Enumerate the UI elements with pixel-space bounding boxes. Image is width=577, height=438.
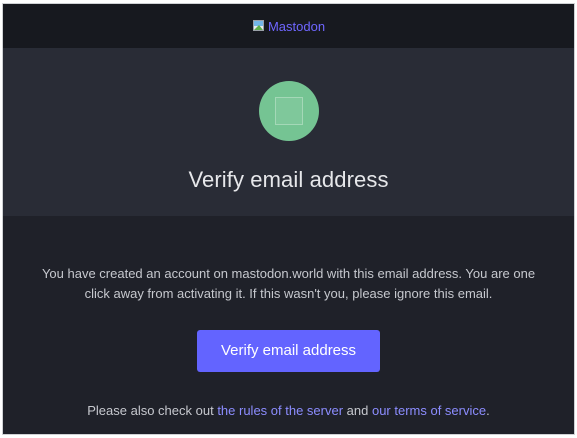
footer-prefix: Please also check out	[87, 403, 218, 418]
mastodon-logo-link[interactable]: Mastodon	[252, 19, 325, 34]
verify-email-button[interactable]: Verify email address	[197, 330, 380, 372]
footer-suffix: .	[486, 403, 490, 418]
server-rules-link[interactable]: the rules of the server	[217, 403, 343, 418]
hero-badge	[258, 81, 319, 141]
broken-image-icon	[252, 19, 266, 33]
image-placeholder-icon	[274, 97, 303, 125]
footer-and: and	[343, 403, 372, 418]
footer-note: Please also check out the rules of the s…	[3, 402, 574, 420]
terms-of-service-link[interactable]: our terms of service	[372, 403, 486, 418]
verification-message: You have created an account on mastodon.…	[3, 216, 574, 304]
logo-bar: Mastodon	[3, 4, 574, 48]
email-frame: Mastodon Verify email address You have c…	[2, 3, 575, 435]
email-content: You have created an account on mastodon.…	[3, 216, 574, 434]
message-line-2: click away from activating it. If this w…	[84, 286, 493, 301]
logo-alt-text: Mastodon	[267, 18, 326, 34]
hero-section: Verify email address	[3, 48, 574, 216]
page-title: Verify email address	[188, 167, 389, 192]
message-line-1: You have created an account on mastodon.…	[41, 266, 536, 281]
